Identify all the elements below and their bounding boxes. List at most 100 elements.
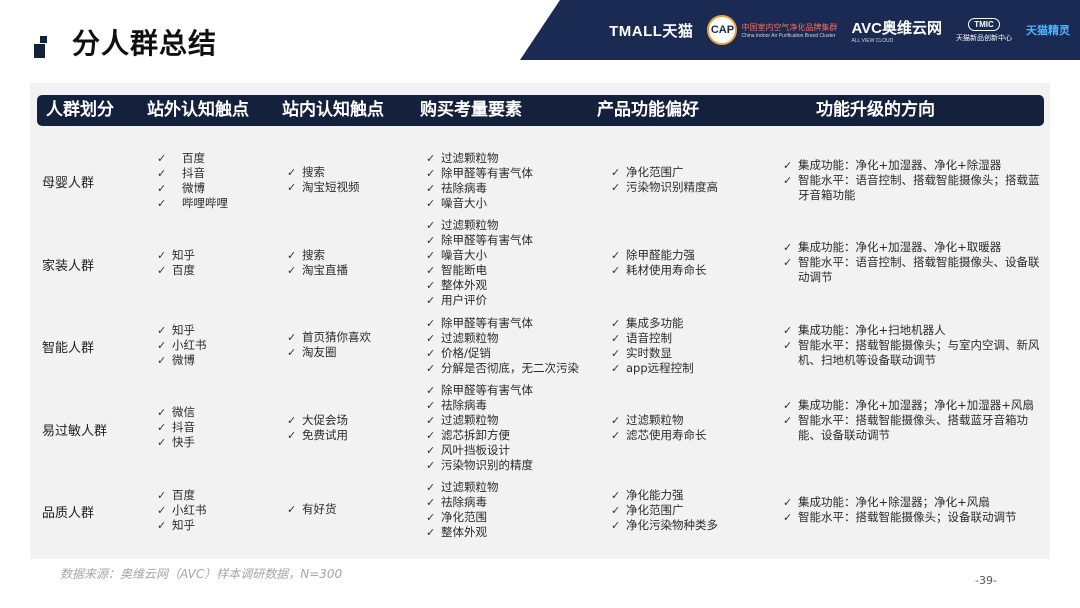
list-item: 集成功能：净化+扫地机器人 — [783, 323, 1041, 338]
list-item: 知乎 — [157, 248, 195, 263]
list-item: 滤芯拆卸方便 — [426, 428, 533, 443]
list-item: 微信 — [157, 405, 195, 420]
cap-logo: CAP 中国室内空气净化品牌集群 China Indoor Air Purifi… — [707, 15, 837, 45]
list-item: 祛除病毒 — [426, 398, 533, 413]
list-item: 搜索 — [287, 165, 360, 180]
list-item: 整体外观 — [426, 278, 533, 293]
upgrades-list: 集成功能：净化+加湿器、净化+除湿器 智能水平：语音控制、搭载智能摄像头；搭载蓝… — [783, 158, 1041, 203]
list-item: 抖音 — [157, 166, 228, 181]
list-item: 淘宝短视频 — [287, 180, 360, 195]
factors-list: 过滤颗粒物 除甲醛等有害气体 祛除病毒 噪音大小 — [426, 151, 533, 211]
list-item: 整体外观 — [426, 525, 499, 540]
column-header-upgrades: 功能升级的方向 — [816, 100, 935, 120]
tmall-genie-logo: 天猫精灵 — [1026, 22, 1070, 38]
onsite-list: 首页猜你喜欢 淘友圈 — [287, 330, 371, 360]
list-item: 噪音大小 — [426, 248, 533, 263]
cap-badge: CAP — [707, 15, 738, 45]
offsite-list: 百度 小红书 知乎 — [157, 488, 207, 533]
list-item: 百度 — [157, 488, 207, 503]
list-item: 除甲醛等有害气体 — [426, 316, 579, 331]
list-item: 知乎 — [157, 323, 207, 338]
list-item: 知乎 — [157, 518, 207, 533]
features-list: 集成多功能 语音控制 实时数显 app远程控制 — [611, 316, 694, 376]
column-header-group: 人群划分 — [46, 100, 114, 120]
list-item: 耗材使用寿命长 — [611, 263, 707, 278]
list-item: 语音控制 — [611, 331, 694, 346]
list-item: 除甲醛等有害气体 — [426, 383, 533, 398]
onsite-list: 大促会场 免费试用 — [287, 413, 348, 443]
onsite-list: 有好货 — [287, 502, 337, 517]
brand-banner: TMALL天猫 CAP 中国室内空气净化品牌集群 China Indoor Ai… — [520, 0, 1080, 60]
list-item: 祛除病毒 — [426, 495, 499, 510]
list-item: 祛除病毒 — [426, 181, 533, 196]
list-item: 集成功能：净化+加湿器；净化+加湿器+风扇 — [783, 398, 1041, 413]
offsite-list: 知乎 小红书 微博 — [157, 323, 207, 368]
list-item: 价格/促销 — [426, 346, 579, 361]
factors-list: 除甲醛等有害气体 祛除病毒 过滤颗粒物 滤芯拆卸方便 风叶挡板设计 污染物识别的… — [426, 383, 533, 473]
list-item: app远程控制 — [611, 361, 694, 376]
tmic-logo: TMIC 天猫新品创新中心 — [956, 17, 1012, 43]
list-item: 污染物识别精度高 — [611, 180, 718, 195]
group-name: 易过敏人群 — [42, 424, 108, 439]
list-item: 搜索 — [287, 248, 348, 263]
list-item: 过滤颗粒物 — [611, 413, 707, 428]
page-title: 分人群总结 — [72, 27, 218, 60]
list-item: 净化范围广 — [611, 165, 718, 180]
avc-logo: AVC奥维云网 ALL VIEW CLOUD — [851, 17, 942, 44]
list-item: 淘友圈 — [287, 345, 371, 360]
avc-logo-en: ALL VIEW CLOUD — [851, 37, 894, 44]
features-list: 过滤颗粒物 滤芯使用寿命长 — [611, 413, 707, 443]
list-item: 大促会场 — [287, 413, 348, 428]
list-item: 净化范围 — [426, 510, 499, 525]
list-item: 过滤颗粒物 — [426, 413, 533, 428]
list-item: 抖音 — [157, 420, 195, 435]
list-item: 智能水平：搭载智能摄像头；设备联动调节 — [783, 510, 1041, 525]
list-item: 智能水平：搭载智能摄像头、搭载蓝牙音箱功能、设备联动调节 — [783, 413, 1041, 443]
title-mark-icon — [34, 36, 52, 60]
features-list: 除甲醛能力强 耗材使用寿命长 — [611, 248, 707, 278]
list-item: 免费试用 — [287, 428, 348, 443]
column-header-features: 产品功能偏好 — [597, 100, 699, 120]
list-item: 滤芯使用寿命长 — [611, 428, 707, 443]
column-header-onsite: 站内认知触点 — [282, 100, 384, 120]
list-item: 噪音大小 — [426, 196, 533, 211]
list-item: 智能断电 — [426, 263, 533, 278]
list-item: 除甲醛等有害气体 — [426, 233, 533, 248]
list-item: 分解是否彻底，无二次污染 — [426, 361, 579, 376]
list-item: 过滤颗粒物 — [426, 331, 579, 346]
onsite-list: 搜索 淘宝短视频 — [287, 165, 360, 195]
list-item: 小红书 — [157, 338, 207, 353]
column-header-offsite: 站外认知触点 — [147, 100, 249, 120]
upgrades-list: 集成功能：净化+除湿器；净化+风扇 智能水平：搭载智能摄像头；设备联动调节 — [783, 495, 1041, 525]
factors-list: 过滤颗粒物 祛除病毒 净化范围 整体外观 — [426, 480, 499, 540]
list-item: 过滤颗粒物 — [426, 218, 533, 233]
list-item: 快手 — [157, 435, 195, 450]
list-item: 除甲醛等有害气体 — [426, 166, 533, 181]
list-item: 实时数显 — [611, 346, 694, 361]
tmic-text: 天猫新品创新中心 — [956, 34, 1012, 42]
list-item: 集成多功能 — [611, 316, 694, 331]
avc-logo-text: AVC奥维云网 — [851, 19, 942, 37]
upgrades-list: 集成功能：净化+扫地机器人 智能水平：搭载智能摄像头；与室内空调、新风机、扫地机… — [783, 323, 1041, 368]
list-item: 智能水平：语音控制、搭载智能摄像头；搭载蓝牙音箱功能 — [783, 173, 1041, 203]
offsite-list: 百度 抖音 微博 哔哩哔哩 — [157, 151, 228, 211]
list-item: 智能水平：语音控制、搭载智能摄像头、设备联动调节 — [783, 255, 1041, 285]
list-item: 微博 — [157, 353, 207, 368]
group-name: 品质人群 — [42, 506, 95, 521]
list-item: 小红书 — [157, 503, 207, 518]
table-header: 人群划分 站外认知触点 站内认知触点 购买考量要素 产品功能偏好 功能升级的方向 — [37, 95, 1044, 126]
upgrades-list: 集成功能：净化+加湿器、净化+取暖器 智能水平：语音控制、搭载智能摄像头、设备联… — [783, 240, 1041, 285]
upgrades-list: 集成功能：净化+加湿器；净化+加湿器+风扇 智能水平：搭载智能摄像头、搭载蓝牙音… — [783, 398, 1041, 443]
list-item: 除甲醛能力强 — [611, 248, 707, 263]
list-item: 风叶挡板设计 — [426, 443, 533, 458]
list-item: 智能水平：搭载智能摄像头；与室内空调、新风机、扫地机等设备联动调节 — [783, 338, 1041, 368]
list-item: 首页猜你喜欢 — [287, 330, 371, 345]
group-name: 母婴人群 — [42, 176, 95, 191]
list-item: 微博 — [157, 181, 228, 196]
list-item: 集成功能：净化+加湿器、净化+取暖器 — [783, 240, 1041, 255]
offsite-list: 知乎 百度 — [157, 248, 195, 278]
group-name: 家装人群 — [42, 259, 95, 274]
group-name: 智能人群 — [42, 341, 95, 356]
tmall-logo: TMALL天猫 — [609, 22, 694, 40]
page-number: -39- — [975, 574, 997, 587]
